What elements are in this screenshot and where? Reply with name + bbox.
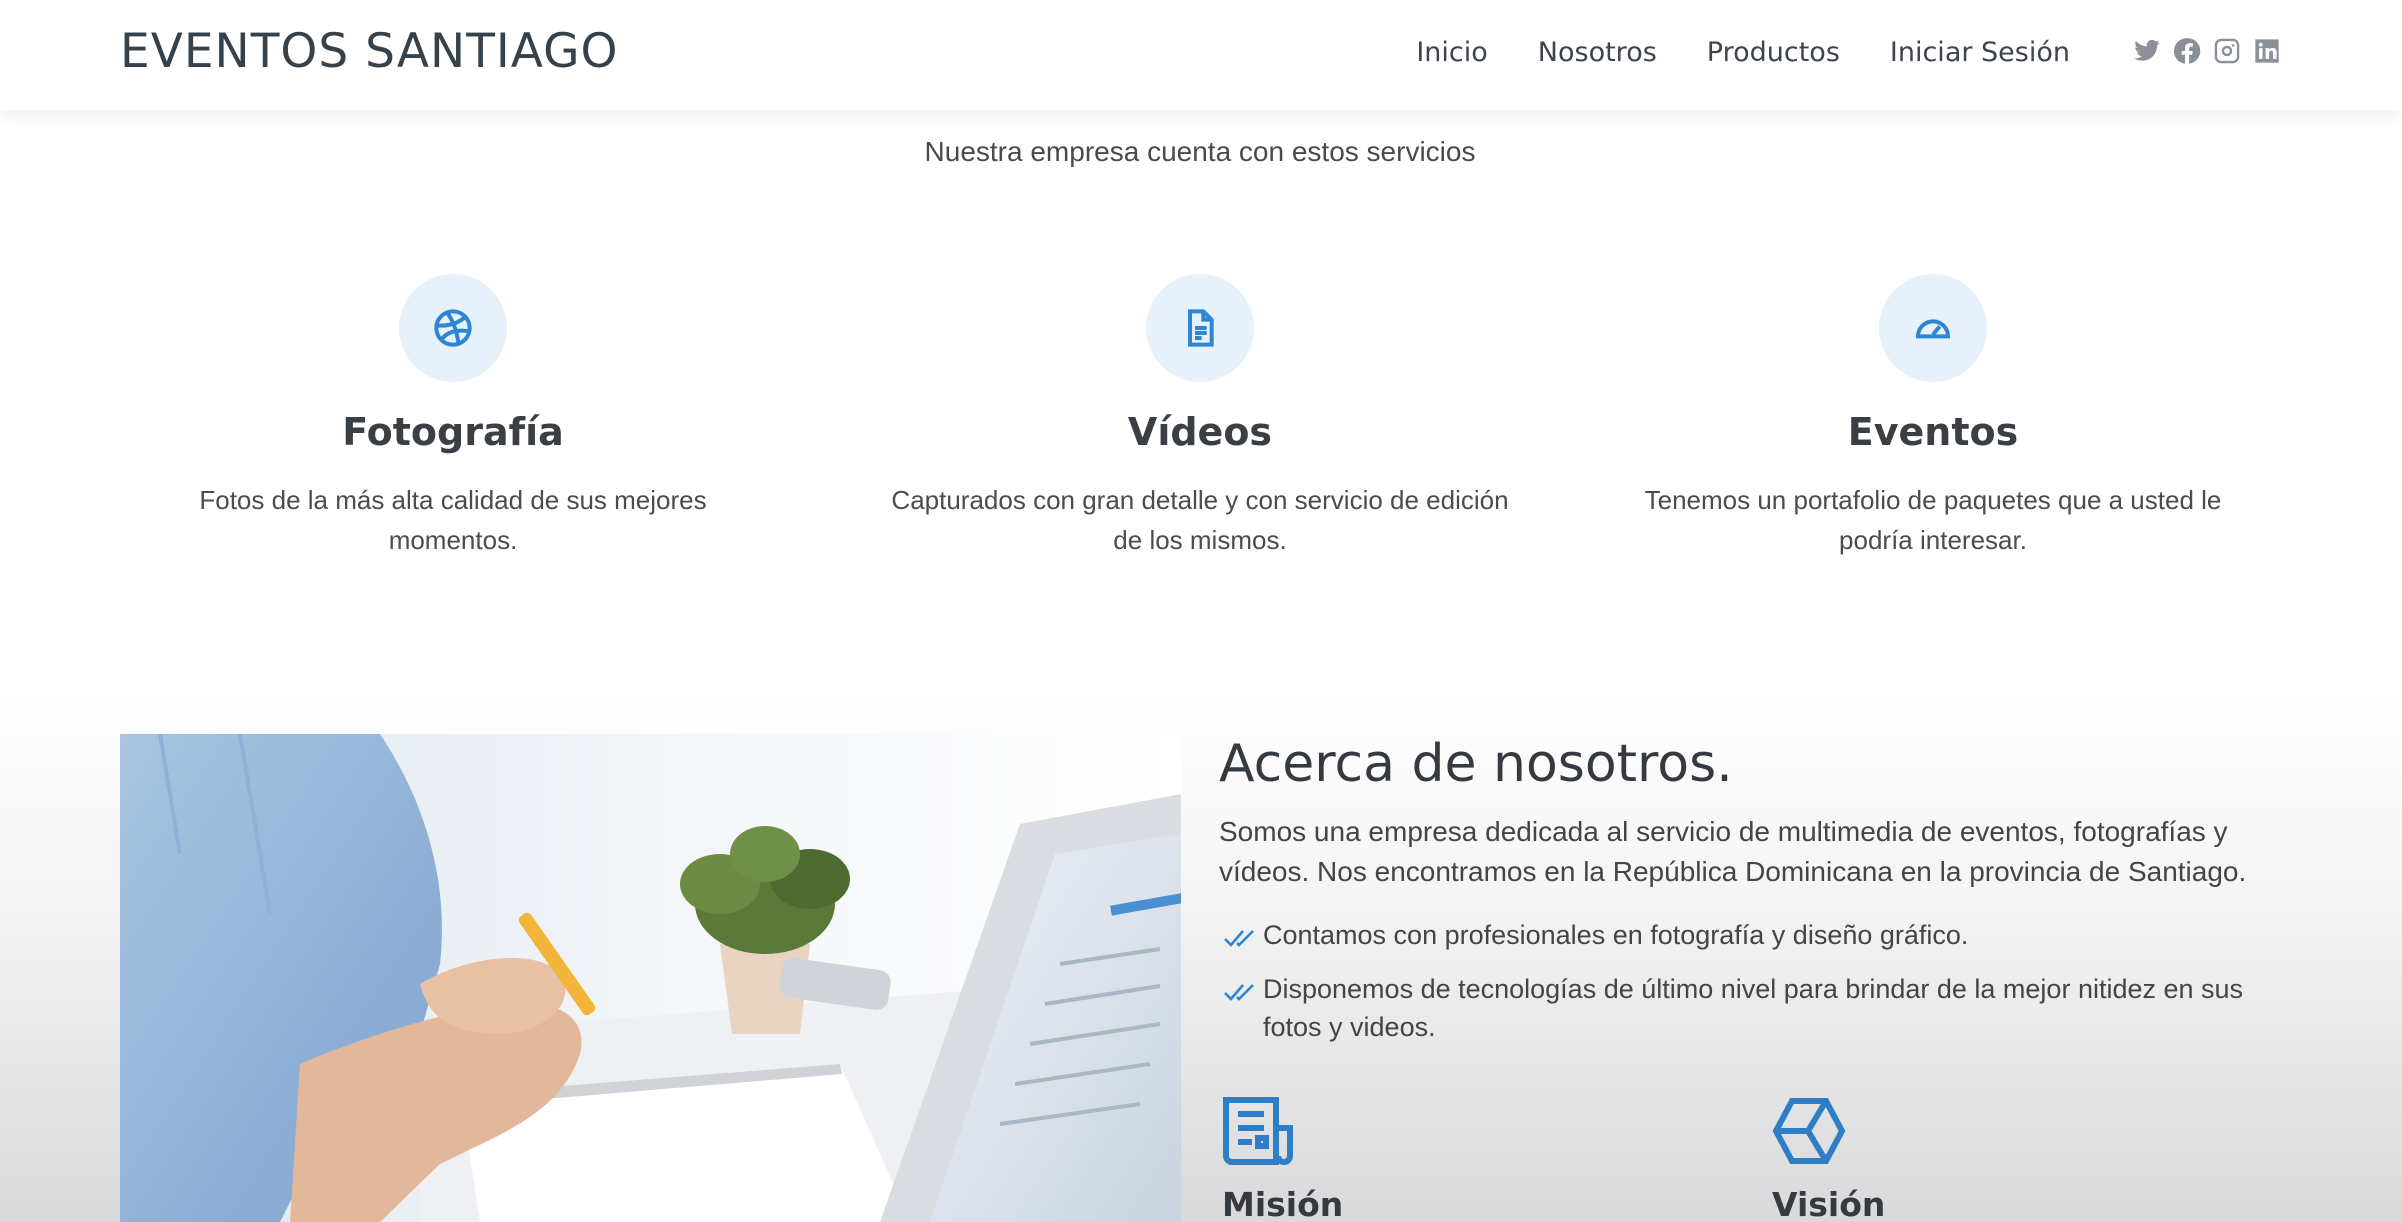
about-check-list: Contamos con profesionales en fotografía… <box>1219 916 2259 1062</box>
social-links <box>2132 36 2282 66</box>
double-check-icon <box>1223 922 1255 947</box>
about-photo <box>120 734 1181 1222</box>
service-icon-circle <box>1146 274 1254 382</box>
services-subtitle: Nuestra empresa cuenta con estos servici… <box>924 136 1476 167</box>
service-title: Vídeos <box>1127 410 1273 454</box>
list-item: Disponemos de tecnologías de último nive… <box>1219 970 2259 1046</box>
brand-logo[interactable]: EVENTOS SANTIAGO <box>120 24 619 79</box>
service-card-videos: Vídeos Capturados con gran detalle y con… <box>880 274 1520 560</box>
instagram-icon[interactable] <box>2212 36 2242 66</box>
mission-title: Misión <box>1222 1185 1344 1222</box>
nav-link-iniciar-sesion[interactable]: Iniciar Sesión <box>1890 37 2070 68</box>
nav-link-nosotros[interactable]: Nosotros <box>1538 37 1657 68</box>
service-text: Fotos de la más alta calidad de sus mejo… <box>199 485 707 555</box>
service-card-eventos: Eventos Tenemos un portafolio de paquete… <box>1613 274 2253 560</box>
nav-link-inicio[interactable]: Inicio <box>1416 37 1487 68</box>
speedometer-icon <box>1915 319 1951 339</box>
main-nav: Inicio Nosotros Productos Iniciar Sesión <box>1416 0 2070 104</box>
site-header: EVENTOS SANTIAGO Inicio Nosotros Product… <box>0 0 2402 110</box>
vision-block: Visión <box>1772 1096 1885 1222</box>
service-text: Capturados con gran detalle y con servic… <box>891 485 1509 555</box>
double-check-icon <box>1223 976 1255 1001</box>
service-title: Eventos <box>1847 410 2019 454</box>
list-item-text: Disponemos de tecnologías de último nive… <box>1263 974 2244 1042</box>
dribbble-icon <box>434 309 472 347</box>
box-icon <box>1772 1096 1885 1171</box>
about-description: Somos una empresa dedicada al servicio d… <box>1219 816 2247 887</box>
service-icon-circle <box>1879 274 1987 382</box>
mission-block: Misión <box>1222 1096 1343 1222</box>
list-item-text: Contamos con profesionales en fotografía… <box>1263 920 1969 950</box>
linkedin-icon[interactable] <box>2252 36 2282 66</box>
twitter-icon[interactable] <box>2132 36 2162 66</box>
vision-title: Visión <box>1772 1185 1886 1222</box>
newspaper-icon <box>1222 1096 1343 1171</box>
document-icon <box>1188 309 1214 347</box>
service-text: Tenemos un portafolio de paquetes que a … <box>1644 485 2222 555</box>
facebook-icon[interactable] <box>2172 36 2202 66</box>
nav-link-productos[interactable]: Productos <box>1707 37 1840 68</box>
about-title: Acerca de nosotros. <box>1219 734 1733 794</box>
service-title: Fotografía <box>342 410 564 454</box>
list-item: Contamos con profesionales en fotografía… <box>1219 916 2259 954</box>
service-card-fotografia: Fotografía Fotos de la más alta calidad … <box>133 274 773 560</box>
service-icon-circle <box>399 274 507 382</box>
